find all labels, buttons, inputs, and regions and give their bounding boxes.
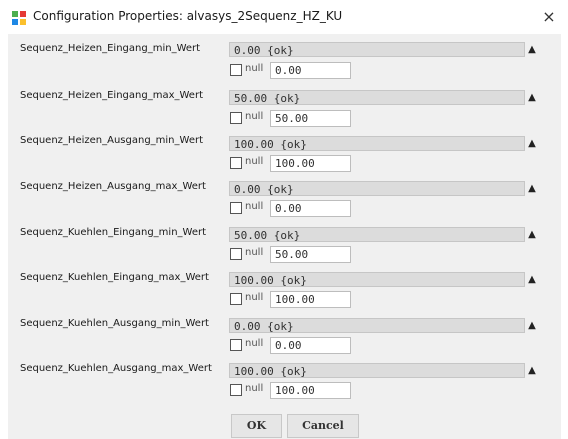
close-icon: × [542,7,556,26]
null-checkbox[interactable] [230,64,242,76]
value-input[interactable]: 100.00 [270,382,351,399]
property-label: Sequenz_Kuehlen_Eingang_max_Wert [20,272,209,283]
property-status: 0.00 {ok} [229,318,525,333]
title-bar: Configuration Properties: alvasys_2Seque… [0,0,568,34]
property-status: 100.00 {ok} [229,272,525,287]
property-label: Sequenz_Heizen_Eingang_max_Wert [20,90,203,101]
value-input[interactable]: 0.00 [270,337,351,354]
property-label: Sequenz_Kuehlen_Ausgang_min_Wert [20,318,209,329]
null-checkbox[interactable] [230,157,242,169]
null-label: null [245,247,264,258]
null-label: null [245,292,264,303]
close-button[interactable]: × [536,5,562,29]
null-checkbox[interactable] [230,112,242,124]
value-input[interactable]: 100.00 [270,291,351,308]
ok-button[interactable]: OK [231,414,282,438]
value-input[interactable]: 50.00 [270,246,351,263]
expand-up-icon[interactable]: ▲ [525,181,539,196]
expand-up-icon[interactable]: ▲ [525,363,539,378]
cancel-button[interactable]: Cancel [287,414,359,438]
null-checkbox[interactable] [230,248,242,260]
null-checkbox[interactable] [230,293,242,305]
null-label: null [245,201,264,212]
property-status: 100.00 {ok} [229,136,525,151]
property-label: Sequenz_Heizen_Eingang_min_Wert [20,43,201,54]
config-app-icon [12,11,26,25]
expand-up-icon[interactable]: ▲ [525,90,539,105]
property-status: 50.00 {ok} [229,90,525,105]
null-checkbox[interactable] [230,339,242,351]
value-input[interactable]: 100.00 [270,155,351,172]
value-input[interactable]: 0.00 [270,62,351,79]
value-input[interactable]: 0.00 [270,200,351,217]
property-label: Sequenz_Kuehlen_Eingang_min_Wert [20,227,207,238]
property-status: 100.00 {ok} [229,363,525,378]
null-label: null [245,383,264,394]
property-status: 50.00 {ok} [229,227,525,242]
properties-panel: Sequenz_Heizen_Eingang_min_Wert 0.00 {ok… [8,34,561,439]
null-checkbox[interactable] [230,202,242,214]
value-input[interactable]: 50.00 [270,110,351,127]
property-status: 0.00 {ok} [229,42,525,57]
expand-up-icon[interactable]: ▲ [525,227,539,242]
null-label: null [245,156,264,167]
null-label: null [245,63,264,74]
property-label: Sequenz_Kuehlen_Ausgang_max_Wert [20,363,212,374]
null-label: null [245,111,264,122]
expand-up-icon[interactable]: ▲ [525,318,539,333]
property-label: Sequenz_Heizen_Ausgang_min_Wert [20,135,204,146]
null-checkbox[interactable] [230,384,242,396]
expand-up-icon[interactable]: ▲ [525,42,539,57]
property-label: Sequenz_Heizen_Ausgang_max_Wert [20,181,206,192]
expand-up-icon[interactable]: ▲ [525,136,539,151]
property-status: 0.00 {ok} [229,181,525,196]
window-title: Configuration Properties: alvasys_2Seque… [33,9,343,23]
null-label: null [245,338,264,349]
expand-up-icon[interactable]: ▲ [525,272,539,287]
